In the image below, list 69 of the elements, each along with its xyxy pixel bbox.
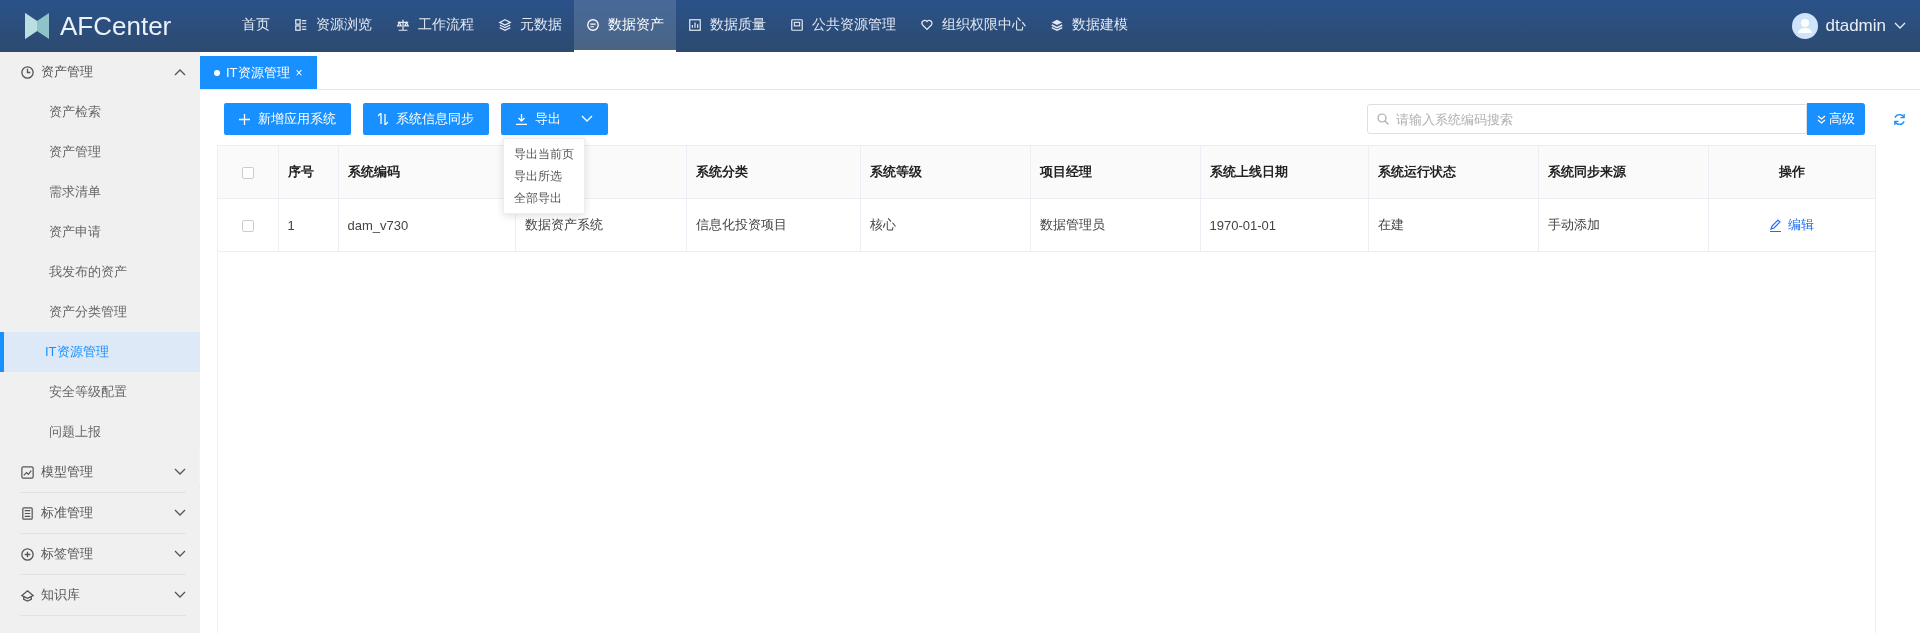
nav-tab[interactable]: 数据建模 (1038, 0, 1140, 52)
menu-group[interactable]: 知识库 (20, 575, 186, 616)
nav-tab[interactable]: 资源浏览 (282, 0, 384, 52)
pencil-icon (1769, 218, 1783, 232)
download-icon (516, 113, 527, 125)
search-field[interactable]: 请输入系统编码搜索 (1367, 104, 1807, 134)
line-chart-icon (20, 464, 35, 480)
plus-circle-icon (20, 546, 35, 562)
column-header: 系统同步来源 (1538, 146, 1708, 199)
chevron-down-icon (174, 468, 186, 476)
chevron-down-icon (581, 115, 593, 123)
column-header: 项目经理 (1030, 146, 1200, 199)
nav-tab[interactable]: 数据资产 (574, 0, 676, 52)
menu-group[interactable]: 资产管理 (20, 52, 186, 92)
menu-item[interactable]: 资产管理 (0, 132, 200, 172)
menu-item[interactable]: 资产分类管理 (0, 292, 200, 332)
nav-tab[interactable]: 组织权限中心 (908, 0, 1038, 52)
edit-link[interactable]: 编辑 (1763, 215, 1821, 235)
document-icon (20, 505, 35, 521)
column-header: 系统分类 (686, 146, 860, 199)
menu-item[interactable]: 需求清单 (0, 172, 200, 212)
chevron-down-icon (174, 591, 186, 599)
layers-icon (1050, 18, 1064, 32)
table-cell: 核心 (860, 198, 1030, 252)
chart-icon (688, 18, 702, 32)
double-chevron-icon (1817, 114, 1826, 124)
refresh-icon[interactable] (1893, 112, 1906, 126)
chevron-up-icon (174, 68, 186, 76)
checkbox[interactable] (241, 220, 254, 233)
layers-icon (498, 18, 512, 32)
chevron-down-icon (174, 550, 186, 558)
nav-tab[interactable]: 公共资源管理 (778, 0, 908, 52)
chevron-down-icon (1894, 22, 1906, 30)
logo-icon (22, 10, 52, 42)
checkbox[interactable] (241, 167, 254, 180)
menu-item[interactable]: 资产检索 (0, 92, 200, 132)
hat-icon (20, 587, 35, 603)
table-cell: 1970-01-01 (1200, 198, 1368, 252)
column-header: 序号 (278, 146, 338, 199)
menu-item[interactable]: 安全等级配置 (0, 372, 200, 412)
nav-tab[interactable]: 工作流程 (384, 0, 486, 52)
nav-tab[interactable]: 数据质量 (676, 0, 778, 52)
menu-group[interactable]: 标准管理 (20, 493, 186, 534)
table-cell: 信息化投资项目 (686, 198, 860, 252)
menu-item[interactable]: 我发布的资产 (0, 252, 200, 292)
table-cell: 手动添加 (1538, 198, 1708, 252)
sync-arrows-icon (378, 113, 388, 125)
clock-icon (20, 64, 35, 80)
column-header: 操作 (1708, 146, 1875, 199)
app-logo-text: AFCenter (60, 10, 172, 42)
user-name[interactable]: dtadmin (1825, 16, 1886, 36)
column-header: 系统上线日期 (1200, 146, 1368, 199)
grid-icon (294, 18, 308, 32)
table-cell: 1 (278, 198, 338, 252)
table-cell: 数据管理员 (1030, 198, 1200, 252)
avatar-icon[interactable] (1791, 13, 1818, 39)
column-header: 系统运行状态 (1368, 146, 1538, 199)
table-cell: 在建 (1368, 198, 1538, 252)
column-header: 系统等级 (860, 146, 1030, 199)
menu-item[interactable]: 问题上报 (0, 412, 200, 452)
chevron-down-icon (174, 509, 186, 517)
menu-group[interactable]: 标签管理 (20, 534, 186, 575)
menu-item[interactable]: 资产申请 (0, 212, 200, 252)
nav-tab[interactable]: 元数据 (486, 0, 574, 52)
menu-group[interactable]: 模型管理 (20, 452, 186, 493)
plus-icon (239, 113, 250, 125)
scale-icon (396, 18, 410, 32)
nav-tab[interactable]: 首页 (230, 0, 282, 52)
heart-icon (920, 18, 934, 32)
